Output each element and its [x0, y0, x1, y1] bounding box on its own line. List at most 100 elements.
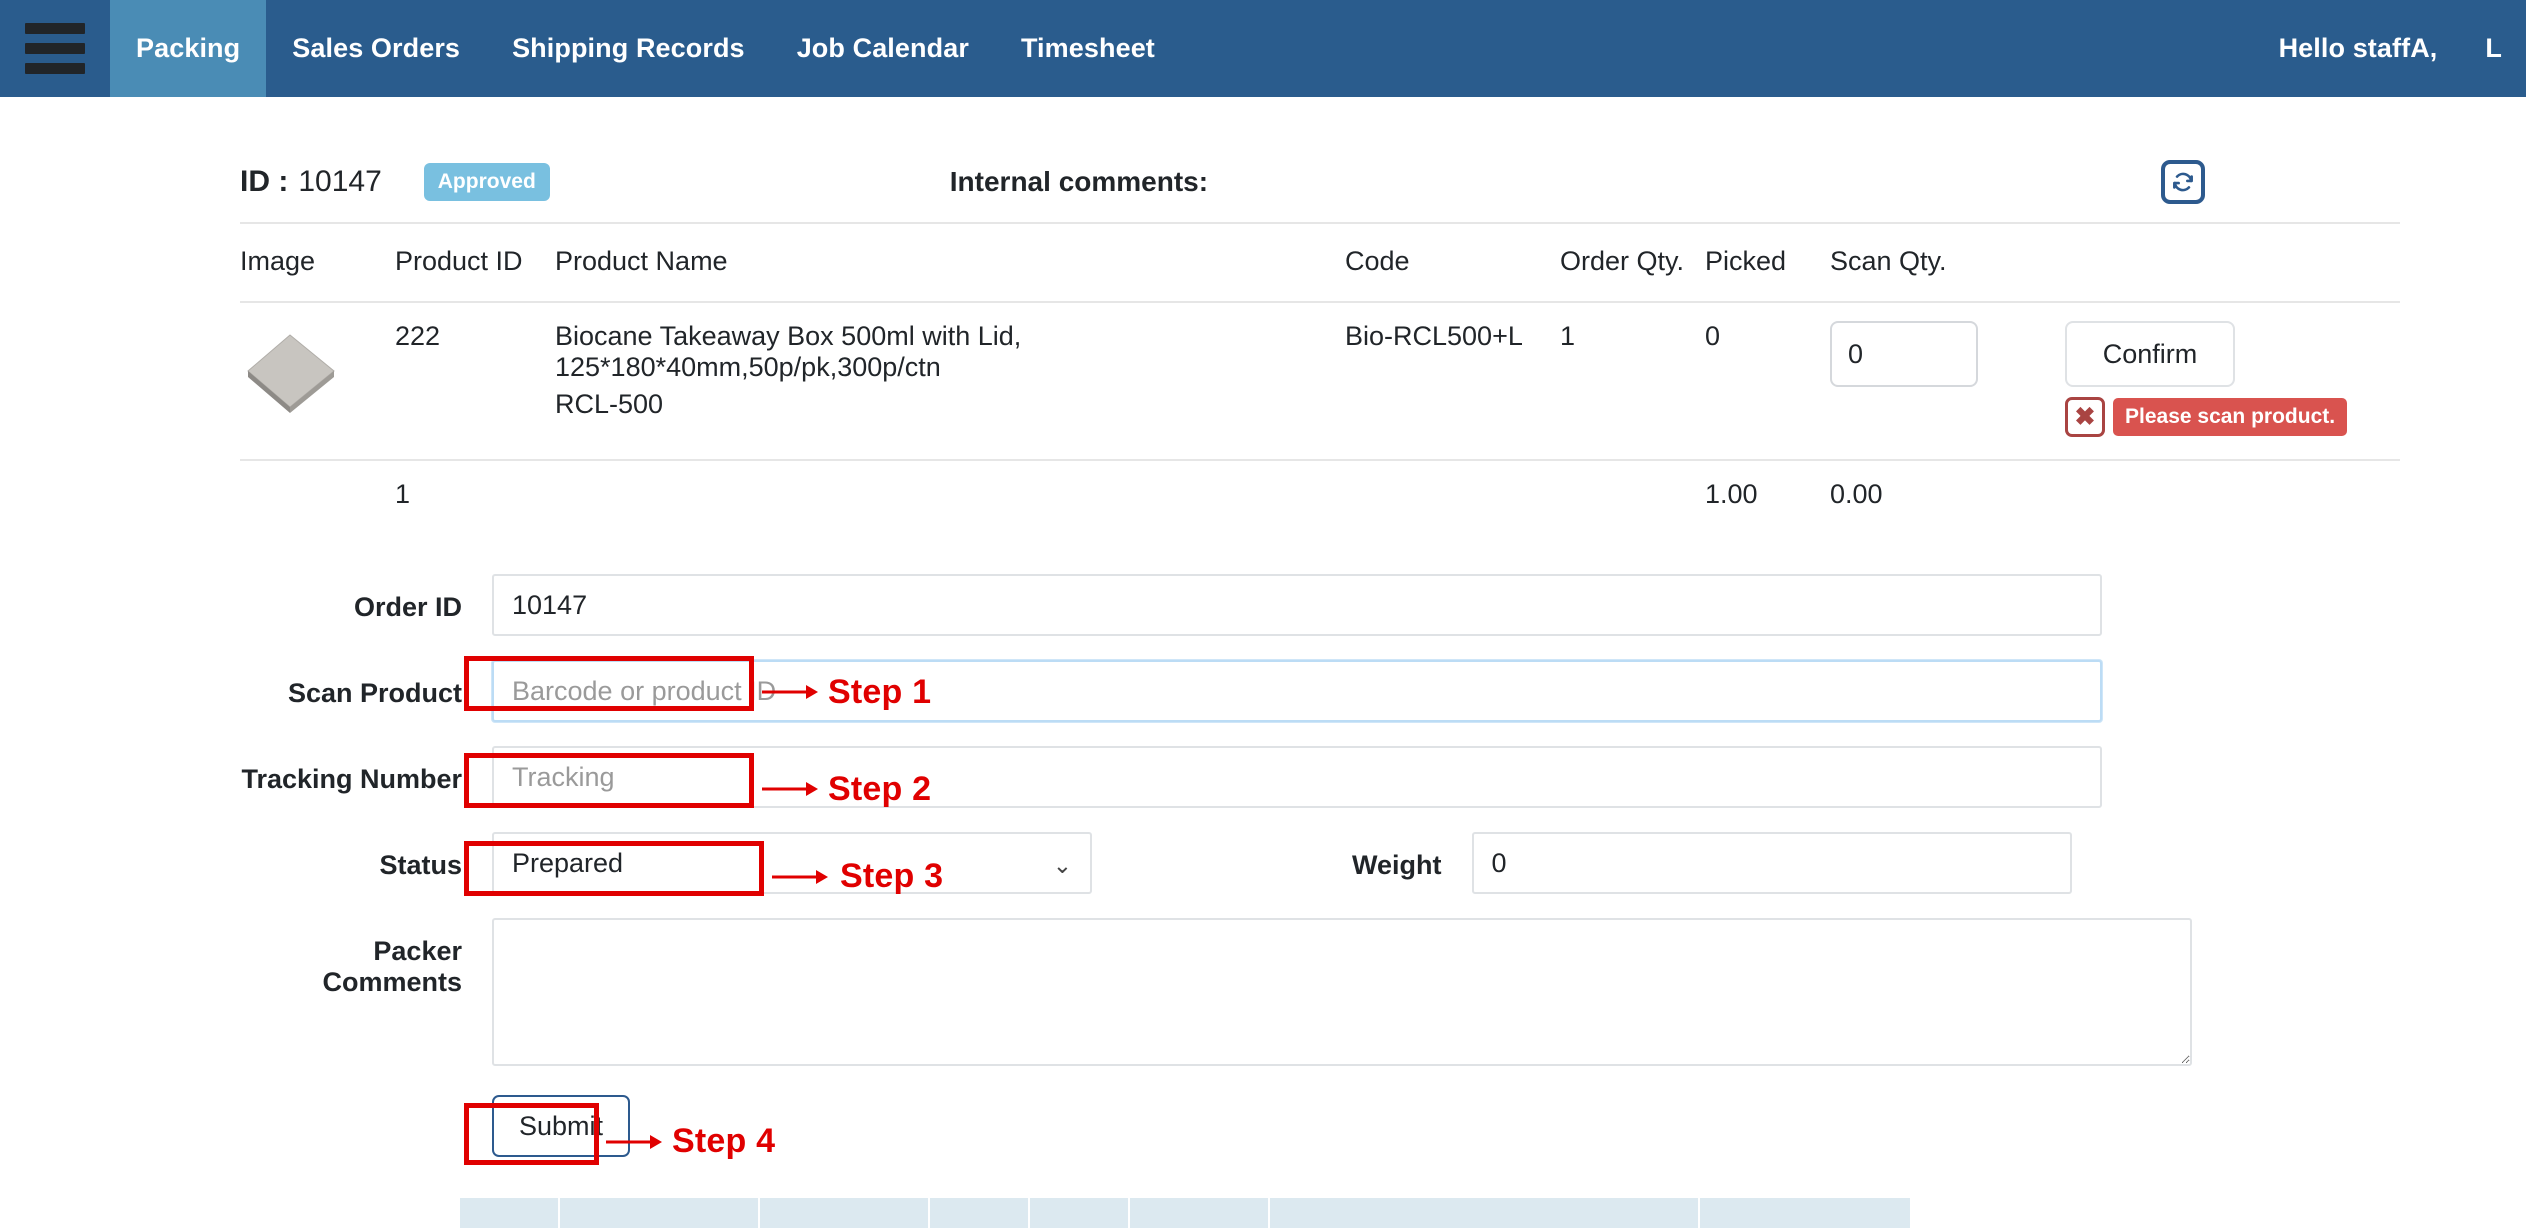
totals-cell-actions [2065, 460, 2400, 532]
order-id-field-label: Order ID [353, 592, 462, 622]
logout-label: L [2485, 33, 2502, 63]
scan-product-control [492, 660, 2102, 722]
cell-image [240, 302, 395, 461]
col-header-actions [2065, 224, 2400, 303]
nav-item-job-calendar[interactable]: Job Calendar [771, 0, 995, 97]
col-header-code: Code [1345, 224, 1560, 303]
totals-cell-name [555, 460, 1345, 532]
form-row-packer-comments: Packer Comments [240, 918, 2400, 1071]
nav-label: Shipping Records [512, 33, 745, 63]
form-row-submit: Submit [240, 1095, 2400, 1157]
nav-item-timesheet[interactable]: Timesheet [995, 0, 1181, 97]
form-row-status: Status Prepared ⌄ Weight [240, 832, 2400, 894]
status-select[interactable]: Prepared [492, 832, 1092, 894]
product-thumbnail [240, 321, 340, 416]
product-table-body: 222 Biocane Takeaway Box 500ml with Lid,… [240, 302, 2400, 532]
bottom-col-7 [1270, 1198, 1700, 1228]
status-select-wrapper: Prepared ⌄ [492, 832, 1092, 894]
weight-field-label: Weight [1352, 850, 1442, 880]
cell-actions: Confirm ✖ Please scan product. [2065, 302, 2400, 461]
order-id-control [492, 574, 2102, 636]
table-row: 222 Biocane Takeaway Box 500ml with Lid,… [240, 302, 2400, 461]
tracking-number-field-label: Tracking Number [241, 764, 462, 794]
packer-comments-textarea[interactable] [492, 918, 2192, 1066]
col-header-product-id: Product ID [395, 224, 555, 303]
cell-order-qty: 1 [1560, 302, 1705, 461]
cell-product-name: Biocane Takeaway Box 500ml with Lid, 125… [555, 302, 1345, 461]
totals-product-id: 1 [395, 479, 411, 509]
nav-label: Job Calendar [796, 33, 969, 63]
bottom-col-2 [560, 1198, 760, 1228]
scan-product-input[interactable] [492, 660, 2102, 722]
cell-product-id: 222 [395, 302, 555, 461]
greeting-text: Hello staffA, [2278, 33, 2438, 63]
nav-label: Timesheet [1020, 33, 1155, 63]
order-id-input[interactable] [492, 574, 2102, 636]
cell-picked: 0 [1705, 302, 1830, 461]
nav-item-sales-orders[interactable]: Sales Orders [266, 0, 486, 97]
tracking-number-control [492, 746, 2102, 808]
nav-right-section: Hello staffA, L [2255, 0, 2526, 97]
tracking-number-input[interactable] [492, 746, 2102, 808]
hamburger-bar [25, 43, 85, 54]
bottom-col-1 [460, 1198, 560, 1228]
bottom-table-header [460, 1198, 2146, 1228]
col-header-picked: Picked [1705, 224, 1830, 303]
col-header-image: Image [240, 224, 395, 303]
scan-error-message: Please scan product. [2113, 398, 2348, 436]
nav-label: Sales Orders [292, 33, 461, 63]
hamburger-bar [25, 23, 85, 34]
bottom-col-6 [1130, 1198, 1270, 1228]
refresh-button[interactable] [2161, 160, 2400, 204]
product-name-line-1: Biocane Takeaway Box 500ml with Lid, 125… [555, 321, 1022, 382]
packer-comments-field-label: Packer Comments [322, 936, 462, 997]
packer-comments-control [492, 918, 2192, 1071]
user-greeting: Hello staffA, [2255, 33, 2462, 64]
nav-label: Packing [136, 33, 241, 63]
form-row-tracking-number: Tracking Number [240, 746, 2400, 808]
scan-qty-input[interactable] [1830, 321, 1978, 387]
close-x-icon[interactable]: ✖ [2065, 397, 2105, 437]
order-id-label: ID : [240, 165, 289, 198]
packing-form: Order ID Scan Product Tracking Number St… [240, 574, 2400, 1157]
status-field-label: Status [379, 850, 462, 880]
hamburger-menu-icon[interactable] [0, 0, 110, 97]
bottom-col-4 [930, 1198, 1030, 1228]
logout-link[interactable]: L [2461, 33, 2526, 64]
totals-picked: 1.00 [1705, 479, 1758, 509]
scan-error-row: ✖ Please scan product. [2065, 397, 2400, 437]
order-info-row: ID : 10147 Approved Internal comments: [240, 142, 2400, 224]
nav-item-shipping-records[interactable]: Shipping Records [486, 0, 771, 97]
internal-comments-label: Internal comments: [949, 166, 1209, 197]
cell-code: Bio-RCL500+L [1345, 302, 1560, 461]
bottom-col-5 [1030, 1198, 1130, 1228]
nav-item-packing[interactable]: Packing [110, 0, 267, 97]
scan-product-field-label: Scan Product [287, 678, 462, 708]
product-name-line-2: RCL-500 [555, 389, 664, 419]
refresh-icon [2161, 160, 2205, 204]
totals-cell-order-qty [1560, 460, 1705, 532]
submit-spacer [240, 1095, 492, 1113]
page-body: ID : 10147 Approved Internal comments: I… [0, 97, 2526, 1181]
top-navbar: Packing Sales Orders Shipping Records Jo… [0, 0, 2526, 97]
status-control: Prepared ⌄ [492, 832, 1092, 894]
weight-input[interactable] [1471, 832, 2072, 894]
bottom-col-8 [1700, 1198, 1910, 1228]
order-id-value: 10147 [298, 165, 382, 198]
table-totals-row: 1 1.00 0.00 [240, 460, 2400, 532]
hamburger-bar [25, 63, 85, 74]
content-container: ID : 10147 Approved Internal comments: I… [240, 97, 2400, 1157]
form-row-order-id: Order ID [240, 574, 2400, 636]
col-header-product-name: Product Name [555, 224, 1345, 303]
confirm-button[interactable]: Confirm [2065, 321, 2235, 387]
totals-scan: 0.00 [1830, 479, 1883, 509]
product-table: Image Product ID Product Name Code Order… [240, 224, 2400, 532]
form-row-scan-product: Scan Product [240, 660, 2400, 722]
col-header-scan-qty: Scan Qty. [1830, 224, 2065, 303]
status-badge: Approved [423, 163, 550, 201]
nav-items: Packing Sales Orders Shipping Records Jo… [110, 0, 1181, 97]
table-header-row: Image Product ID Product Name Code Order… [240, 224, 2400, 303]
col-header-order-qty: Order Qty. [1560, 224, 1705, 303]
cell-scan-qty [1830, 302, 2065, 461]
submit-button[interactable]: Submit [492, 1095, 630, 1157]
